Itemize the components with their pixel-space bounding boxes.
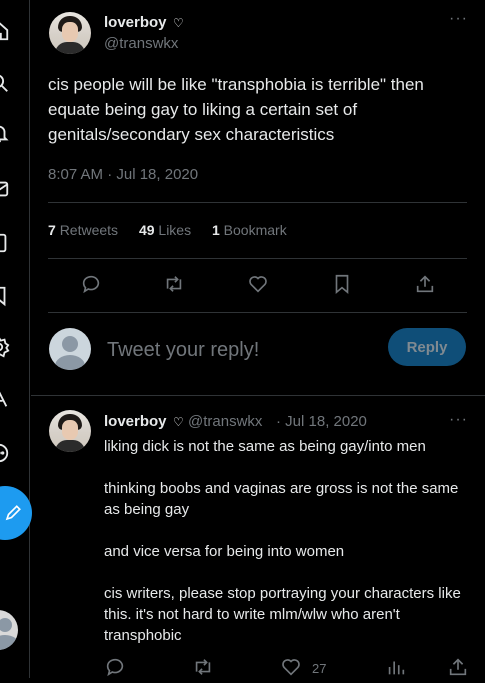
bookmarks-stat[interactable]: 1 Bookmark [212,222,287,238]
share-icon[interactable] [447,656,469,678]
reply-author-avatar[interactable] [49,410,91,452]
reply-author-name[interactable]: loverboy [104,413,167,430]
composer-avatar [49,328,91,370]
messages-icon[interactable] [0,178,10,200]
account-avatar[interactable] [0,610,18,650]
likes-stat[interactable]: 49 Likes [139,222,191,238]
reply-paragraph: cis writers, please stop portraying your… [104,585,461,644]
tweet-timestamp[interactable]: 8:07 AM · Jul 18, 2020 [48,166,198,183]
divider [31,395,485,396]
reply-paragraph: liking dick is not the same as being gay… [104,438,426,455]
divider [48,312,467,313]
share-icon[interactable] [414,273,436,295]
retweet-icon[interactable] [163,273,185,295]
reply-more-options-button[interactable]: ··· [449,411,468,429]
bookmarks-icon[interactable] [0,232,10,254]
divider [48,258,467,259]
reply-date[interactable]: · Jul 18, 2020 [276,413,367,430]
reply-author-handle[interactable]: @transwkx [188,413,262,430]
like-icon[interactable] [247,273,269,295]
retweet-icon[interactable] [192,656,214,678]
explore-icon[interactable] [0,72,10,94]
reply-paragraph: thinking boobs and vaginas are gross is … [104,480,459,518]
compose-icon [5,505,21,521]
heart-badge: ♡ [173,415,184,429]
communities-icon[interactable] [0,388,10,410]
bookmark-icon[interactable] [331,273,353,295]
more-icon[interactable] [0,442,10,464]
like-icon[interactable] [280,656,302,678]
reply-icon[interactable] [80,273,102,295]
divider [48,202,467,203]
tweet-stats: 7 Retweets 49 Likes 1 Bookmark [48,222,287,238]
home-icon[interactable] [0,20,10,42]
reply-icon[interactable] [104,656,126,678]
notifications-icon[interactable] [0,122,10,144]
reply-button[interactable]: Reply [388,328,466,366]
tweet-text: cis people will be like "transphobia is … [48,75,424,144]
compose-button[interactable] [0,486,32,540]
heart-badge: ♡ [173,16,184,30]
author-avatar[interactable] [49,12,91,54]
settings-icon[interactable] [0,336,10,358]
author-name[interactable]: loverboy [104,14,167,31]
views-icon[interactable] [385,656,407,678]
reply-text: liking dick is not the same as being gay… [104,436,474,667]
sidebar [0,0,32,678]
reply-input[interactable] [105,334,389,366]
like-count: 27 [312,661,327,676]
author-handle[interactable]: @transwkx [104,35,178,52]
more-options-button[interactable]: ··· [449,10,468,28]
retweets-stat[interactable]: 7 Retweets [48,222,118,238]
lists-icon[interactable] [0,285,10,307]
reply-paragraph: and vice versa for being into women [104,543,345,560]
